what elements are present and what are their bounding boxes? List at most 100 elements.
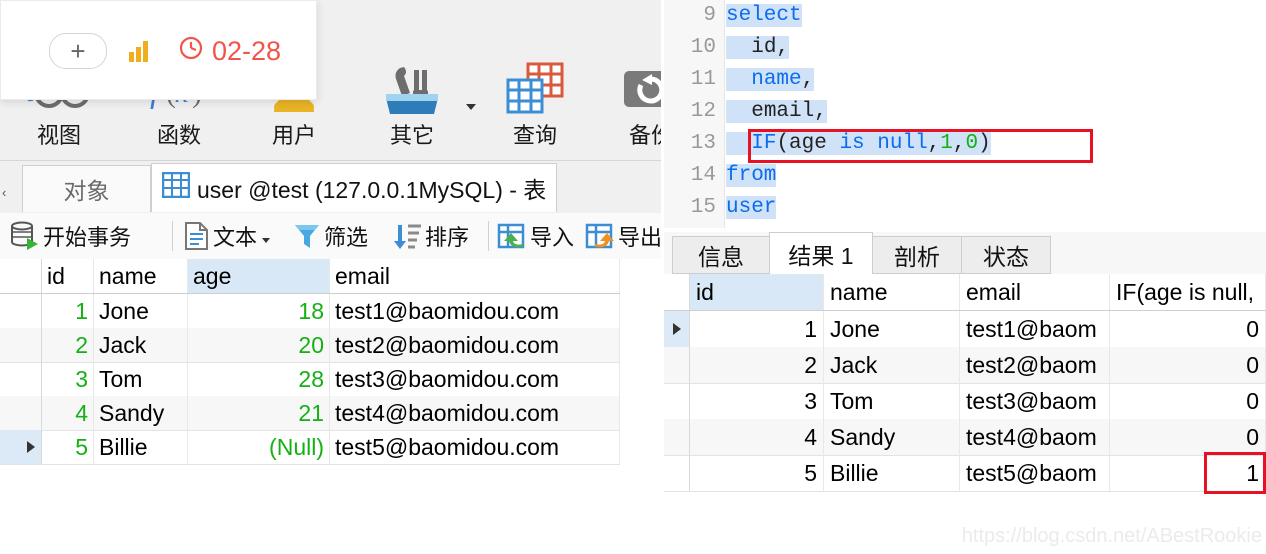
cell-age[interactable]: 21 xyxy=(188,396,330,430)
begin-transaction-button[interactable]: 开始事务 xyxy=(10,213,131,259)
row-indicator[interactable] xyxy=(664,347,690,383)
row-indicator[interactable] xyxy=(664,311,690,347)
column-header-email[interactable]: email xyxy=(330,259,620,293)
code-line-14[interactable]: from xyxy=(726,160,777,192)
bar-chart-icon[interactable] xyxy=(129,40,150,62)
cell-name[interactable]: Sandy xyxy=(94,396,188,430)
code-line-12[interactable]: email, xyxy=(726,96,827,128)
row-indicator[interactable] xyxy=(664,419,690,455)
result-cell-1[interactable]: Billie xyxy=(824,455,960,491)
time-label: 02-28 xyxy=(212,35,282,66)
column-header-name[interactable]: name xyxy=(94,259,188,293)
result-row[interactable]: 1 Jone test1@baom 0 xyxy=(664,311,1266,348)
cell-id[interactable]: 2 xyxy=(42,328,94,362)
table-row[interactable]: 1 Jone 18 test1@baomidou.com xyxy=(0,294,620,329)
result-tab-0[interactable]: 信息 xyxy=(672,236,770,274)
table-row[interactable]: 4 Sandy 21 test4@baomidou.com xyxy=(0,396,620,431)
row-indicator[interactable] xyxy=(664,455,690,491)
cell-age[interactable]: 18 xyxy=(188,294,330,328)
row-indicator[interactable] xyxy=(0,396,42,430)
result-cell-0[interactable]: 2 xyxy=(690,347,824,383)
result-cell-2[interactable]: test1@baom xyxy=(960,311,1110,347)
result-cell-2[interactable]: test3@baom xyxy=(960,383,1110,419)
table-data-grid[interactable]: id name age email 1 Jone 18 test1@baomidou.com 2… xyxy=(0,259,661,554)
tabstrip-scroll-left-icon[interactable]: ‹ xyxy=(2,185,6,200)
result-column-header-1[interactable]: name xyxy=(824,274,960,310)
cell-email[interactable]: test3@baomidou.com xyxy=(330,362,620,396)
cell-id[interactable]: 4 xyxy=(42,396,94,430)
result-cell-0[interactable]: 1 xyxy=(690,311,824,347)
column-header-id[interactable]: id xyxy=(42,259,94,293)
table-row[interactable]: 2 Jack 20 test2@baomidou.com xyxy=(0,328,620,363)
result-row[interactable]: 3 Tom test3@baom 0 xyxy=(664,383,1266,420)
code-line-15[interactable]: user xyxy=(726,192,777,224)
row-indicator[interactable] xyxy=(0,328,42,362)
cell-name[interactable]: Jone xyxy=(94,294,188,328)
cell-email[interactable]: test1@baomidou.com xyxy=(330,294,620,328)
sort-button[interactable]: 排序 xyxy=(392,213,469,259)
filter-button[interactable]: 筛选 xyxy=(293,213,368,259)
result-row[interactable]: 5 Billie test5@baom 1 xyxy=(664,455,1266,492)
result-cell-3[interactable]: 0 xyxy=(1110,347,1266,383)
floating-popup[interactable]: + 02-28 xyxy=(0,0,317,100)
result-cell-1[interactable]: Tom xyxy=(824,383,960,419)
cell-name[interactable]: Tom xyxy=(94,362,188,396)
export-button[interactable]: 导出 xyxy=(585,213,661,259)
row-indicator[interactable] xyxy=(0,430,42,464)
row-indicator[interactable] xyxy=(0,294,42,328)
result-cell-1[interactable]: Sandy xyxy=(824,419,960,455)
cell-id[interactable]: 1 xyxy=(42,294,94,328)
cell-email[interactable]: test5@baomidou.com xyxy=(330,430,620,464)
result-column-header-3[interactable]: IF(age is null, xyxy=(1110,274,1266,310)
result-cell-2[interactable]: test5@baom xyxy=(960,455,1110,491)
result-tab-1[interactable]: 结果 1 xyxy=(769,232,873,275)
table-row[interactable]: 5 Billie (Null) test5@baomidou.com xyxy=(0,430,620,465)
text-document-icon xyxy=(183,221,210,251)
tab-user-table[interactable]: user @test (127.0.0.1MySQL) - 表 xyxy=(151,163,558,212)
cell-age[interactable]: 20 xyxy=(188,328,330,362)
result-data-grid[interactable]: id name email IF(age is null, 1 Jone test1@bao… xyxy=(664,274,1266,554)
result-cell-1[interactable]: Jone xyxy=(824,311,960,347)
ribbon-item-query[interactable]: 查询 xyxy=(476,60,594,150)
result-cell-0[interactable]: 3 xyxy=(690,383,824,419)
result-column-header-0[interactable]: id xyxy=(690,274,824,310)
code-line-11[interactable]: name, xyxy=(726,64,815,96)
result-row[interactable]: 2 Jack test2@baom 0 xyxy=(664,347,1266,384)
result-cell-3[interactable]: 0 xyxy=(1110,383,1266,419)
import-button[interactable]: 导入 xyxy=(497,213,574,259)
sql-editor[interactable]: 9 10 11 12 13 14 15 select id, name, email, IF… xyxy=(664,0,1266,228)
result-cell-2[interactable]: test2@baom xyxy=(960,347,1110,383)
cell-email[interactable]: test4@baomidou.com xyxy=(330,396,620,430)
column-header-age[interactable]: age xyxy=(188,259,330,293)
result-tab-3[interactable]: 状态 xyxy=(961,236,1051,274)
text-button[interactable]: 文本 xyxy=(183,213,271,259)
cell-email[interactable]: test2@baomidou.com xyxy=(330,328,620,362)
cell-age[interactable]: 28 xyxy=(188,362,330,396)
tab-objects[interactable]: 对象 xyxy=(22,165,151,212)
code-line-10[interactable]: id, xyxy=(726,32,790,64)
result-row[interactable]: 4 Sandy test4@baom 0 xyxy=(664,419,1266,456)
cell-id[interactable]: 5 xyxy=(42,430,94,464)
cell-name[interactable]: Billie xyxy=(94,430,188,464)
add-button[interactable]: + xyxy=(49,33,107,69)
code-line-9[interactable]: select xyxy=(726,0,802,32)
cell-id[interactable]: 3 xyxy=(42,362,94,396)
chevron-down-icon[interactable] xyxy=(466,104,476,110)
result-cell-0[interactable]: 5 xyxy=(690,455,824,491)
result-cell-2[interactable]: test4@baom xyxy=(960,419,1110,455)
row-indicator[interactable] xyxy=(0,362,42,396)
time-indicator[interactable]: 02-28 xyxy=(178,35,281,68)
ribbon-item-other[interactable]: 其它 xyxy=(353,60,471,150)
result-tab-2[interactable]: 剖析 xyxy=(872,236,962,274)
result-cell-3[interactable]: 0 xyxy=(1110,311,1266,347)
result-cell-0[interactable]: 4 xyxy=(690,419,824,455)
chevron-down-icon[interactable] xyxy=(262,237,271,243)
table-row[interactable]: 3 Tom 28 test3@baomidou.com xyxy=(0,362,620,397)
result-cell-1[interactable]: Jack xyxy=(824,347,960,383)
result-cell-3[interactable]: 0 xyxy=(1110,419,1266,455)
result-column-header-2[interactable]: email xyxy=(960,274,1110,310)
cell-name[interactable]: Jack xyxy=(94,328,188,362)
ribbon-item-backup[interactable]: 备份 xyxy=(592,60,661,150)
row-indicator[interactable] xyxy=(664,383,690,419)
cell-age[interactable]: (Null) xyxy=(188,430,330,464)
